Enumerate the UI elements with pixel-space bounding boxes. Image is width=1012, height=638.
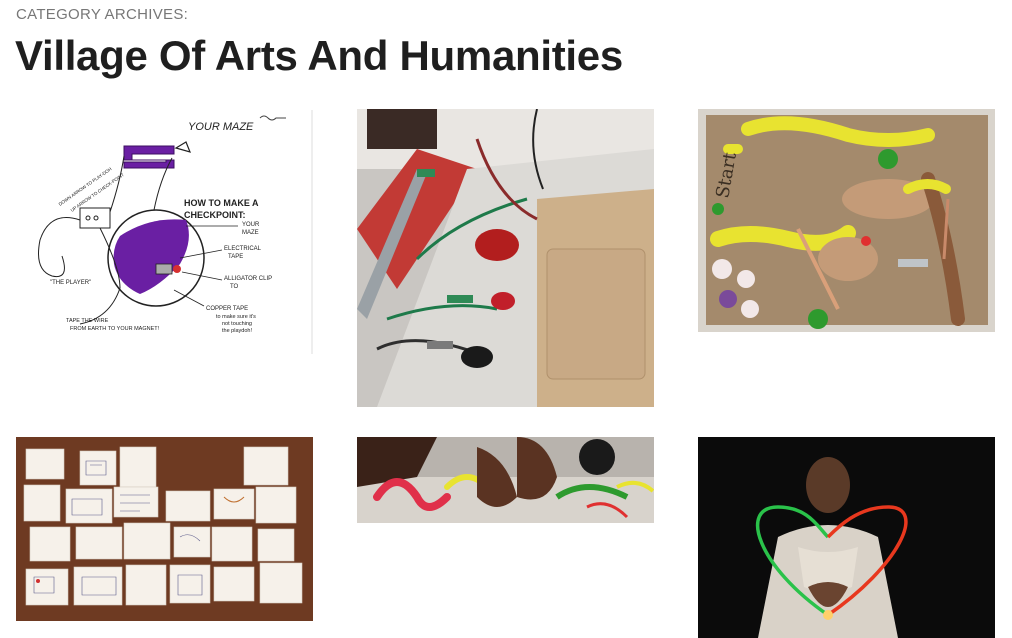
hands-playdoh-image bbox=[357, 437, 654, 523]
sketch-label-your: YOUR bbox=[242, 222, 260, 228]
maze-sketch-image: YOUR MAZE HOW TO MAKE A CHECKPOINT: YOUR… bbox=[16, 108, 313, 356]
gallery-thumb-light-heart[interactable] bbox=[698, 437, 995, 638]
sketch-label-player: "THE PLAYER" bbox=[50, 280, 91, 286]
sketch-text-how-to: HOW TO MAKE A bbox=[184, 198, 259, 208]
sketch-label-tape-wire1: TAPE THE WIRE bbox=[66, 318, 109, 324]
sketch-label-tape: TAPE bbox=[228, 254, 243, 260]
sketch-label-tape-wire2: FROM EARTH TO YOUR MAGNET! bbox=[70, 326, 160, 332]
gallery-thumb-post-it-drawings[interactable] bbox=[16, 437, 313, 621]
gallery-thumb-cardboard-maze[interactable]: Start bbox=[698, 109, 995, 332]
gallery-thumb-maze-sketch[interactable]: YOUR MAZE HOW TO MAKE A CHECKPOINT: YOUR… bbox=[16, 108, 313, 356]
archive-label: CATEGORY ARCHIVES: bbox=[16, 6, 189, 23]
sketch-label-electrical: ELECTRICAL bbox=[224, 246, 262, 252]
laptop-clips-image bbox=[357, 109, 654, 407]
gallery-thumb-laptop-clips[interactable] bbox=[357, 109, 654, 407]
sketch-label-copper-note2: not touching bbox=[222, 321, 252, 327]
gallery-thumb-hands-playdoh[interactable] bbox=[357, 437, 654, 523]
sketch-text-checkpoint: CHECKPOINT: bbox=[184, 210, 246, 220]
sketch-label-copper: COPPER TAPE bbox=[206, 306, 248, 312]
post-it-drawings-image bbox=[16, 437, 313, 621]
cardboard-maze-image: Start bbox=[698, 109, 995, 332]
sketch-label-alligator: ALLIGATOR CLIP bbox=[224, 276, 272, 282]
sketch-text-your-maze: YOUR MAZE bbox=[188, 121, 254, 133]
sketch-label-copper-note1: to make sure it's bbox=[216, 314, 256, 320]
sketch-label-copper-note3: the playdoh! bbox=[222, 328, 252, 334]
page-title: Village Of Arts And Humanities bbox=[15, 32, 623, 79]
sketch-label-maze: MAZE bbox=[242, 230, 259, 236]
sketch-label-to: TO bbox=[230, 284, 239, 290]
light-heart-image bbox=[698, 437, 995, 638]
